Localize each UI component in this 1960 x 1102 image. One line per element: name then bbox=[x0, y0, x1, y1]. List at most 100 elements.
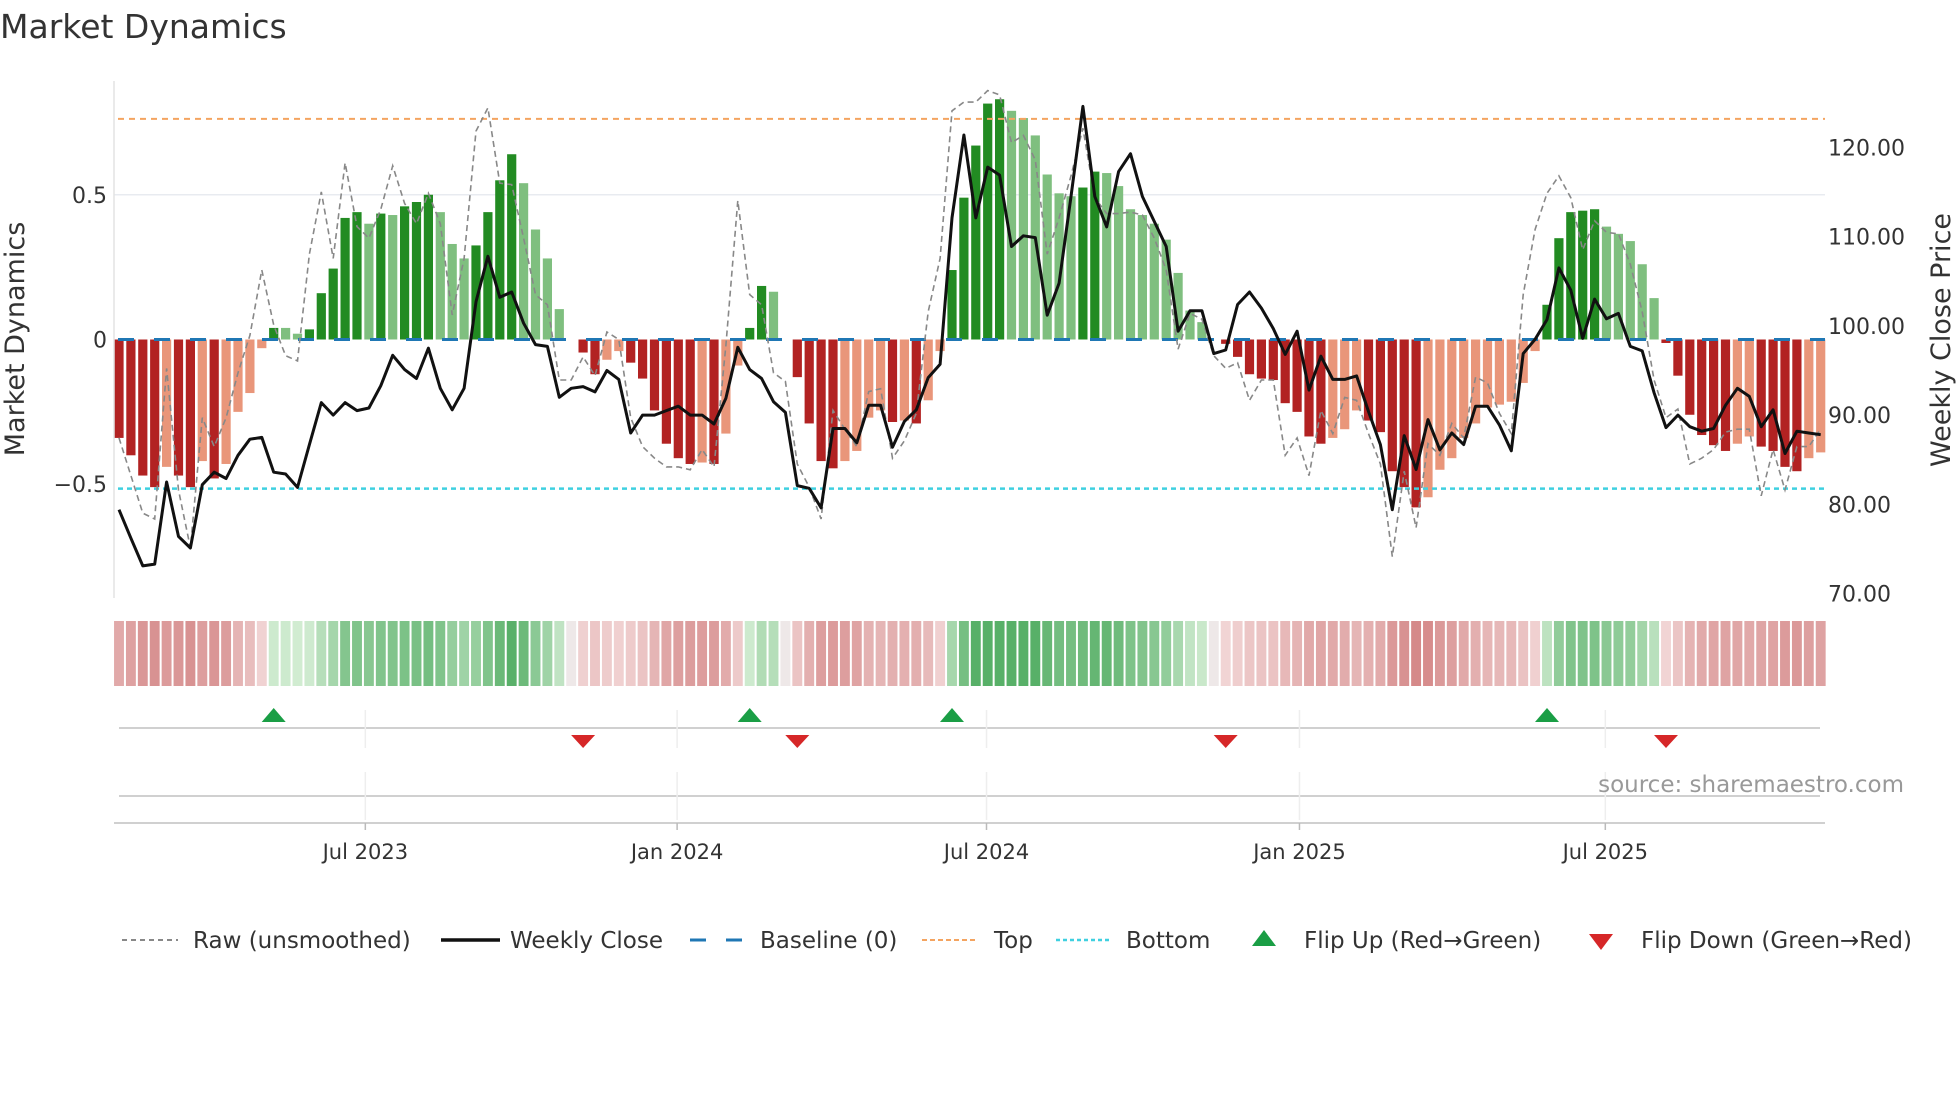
heat-cell bbox=[1589, 621, 1600, 686]
momentum-bar bbox=[1387, 339, 1397, 472]
momentum-bar bbox=[1078, 187, 1088, 340]
heat-cell bbox=[1185, 621, 1195, 686]
heat-cell bbox=[1208, 621, 1219, 686]
momentum-bar bbox=[459, 258, 469, 340]
heat-cell bbox=[1613, 621, 1624, 686]
heat-cell bbox=[1530, 621, 1541, 686]
weekly-close-line bbox=[117, 104, 1821, 568]
momentum-bar bbox=[1506, 339, 1516, 402]
heat-cell bbox=[1542, 621, 1552, 686]
heat-cell bbox=[1196, 621, 1207, 686]
momentum-bar bbox=[1649, 298, 1659, 340]
heat-cell bbox=[1006, 621, 1017, 686]
heat-cell bbox=[970, 621, 981, 686]
heat-cell bbox=[816, 621, 827, 686]
momentum-bar bbox=[1792, 339, 1802, 472]
heat-cell bbox=[1756, 621, 1767, 686]
heat-cell bbox=[554, 621, 565, 686]
momentum-bar bbox=[709, 339, 719, 464]
heat-cell bbox=[697, 621, 708, 686]
momentum-bar bbox=[1756, 339, 1766, 447]
momentum-bar bbox=[1554, 238, 1564, 340]
heat-cell bbox=[1399, 621, 1410, 686]
heat-cell bbox=[1363, 621, 1374, 686]
heat-cell bbox=[935, 621, 946, 686]
momentum-bar bbox=[971, 145, 981, 340]
heat-cell bbox=[1220, 621, 1231, 686]
flip-up-marker bbox=[1535, 708, 1559, 722]
heat-cell bbox=[1494, 621, 1505, 686]
heat-cell bbox=[637, 621, 648, 686]
momentum-bar bbox=[1114, 186, 1124, 340]
momentum-bar bbox=[685, 339, 695, 464]
heat-cell bbox=[256, 621, 267, 686]
heat-cell bbox=[1315, 621, 1326, 686]
heat-cell bbox=[947, 621, 957, 686]
heat-strip bbox=[114, 621, 1826, 686]
momentum-bar bbox=[792, 339, 802, 378]
heat-cell bbox=[542, 621, 553, 686]
heat-cell bbox=[1387, 621, 1398, 686]
momentum-bar bbox=[138, 339, 148, 476]
flip-up-marker bbox=[940, 708, 964, 722]
heat-cell bbox=[1113, 621, 1124, 686]
heat-cell bbox=[1732, 621, 1743, 686]
momentum-bar bbox=[281, 327, 291, 340]
heat-cell bbox=[1708, 621, 1719, 686]
momentum-bar bbox=[673, 339, 683, 459]
momentum-bar bbox=[1566, 212, 1576, 340]
momentum-bar bbox=[114, 339, 124, 438]
heat-cell bbox=[1744, 621, 1755, 686]
momentum-bar bbox=[1459, 339, 1469, 438]
right-axis-label: Weekly Close Price bbox=[1926, 213, 1957, 467]
heat-cell bbox=[1553, 621, 1564, 686]
raw-line bbox=[118, 89, 1822, 557]
x-tick-label: Jul 2025 bbox=[1561, 840, 1648, 864]
legend-flip-down-icon bbox=[1589, 934, 1613, 950]
momentum-bar bbox=[316, 293, 326, 340]
momentum-bar bbox=[1149, 223, 1159, 340]
heat-cell bbox=[1351, 621, 1362, 686]
momentum-bar bbox=[923, 339, 933, 401]
momentum-bar bbox=[1494, 339, 1504, 405]
heat-cell bbox=[780, 621, 791, 686]
heat-cell bbox=[1637, 621, 1648, 686]
heat-cell bbox=[328, 621, 339, 686]
momentum-bar bbox=[304, 329, 314, 340]
heat-cell bbox=[1054, 621, 1065, 686]
heat-cell bbox=[1434, 621, 1445, 686]
heat-cell bbox=[1803, 621, 1814, 686]
momentum-bar bbox=[887, 339, 898, 422]
left-axis-label: Market Dynamics bbox=[0, 222, 31, 457]
heat-cell bbox=[1649, 621, 1660, 686]
market-dynamics-chart: Market Dynamics 0.5 0 −0.5 120.00 110.00 100.… bbox=[0, 7, 1957, 954]
left-tick-label: 0 bbox=[93, 329, 107, 354]
momentum-bar bbox=[221, 339, 231, 464]
momentum-bar bbox=[816, 339, 826, 462]
heat-cell bbox=[137, 621, 148, 686]
heat-cell bbox=[828, 621, 838, 686]
momentum-bar bbox=[578, 339, 588, 353]
heat-cell bbox=[197, 621, 208, 686]
momentum-bar bbox=[1804, 339, 1814, 459]
momentum-bar bbox=[340, 217, 350, 340]
heat-cell bbox=[899, 621, 910, 686]
momentum-bar bbox=[649, 339, 660, 411]
heat-cell bbox=[506, 621, 517, 686]
heat-cell bbox=[1661, 621, 1671, 686]
momentum-bar bbox=[1244, 339, 1255, 375]
legend: Raw (unsmoothed) Weekly Close Baseline (… bbox=[122, 928, 1912, 954]
heat-cell bbox=[173, 621, 184, 686]
flip-down-marker bbox=[571, 735, 596, 748]
momentum-bar bbox=[1018, 118, 1028, 340]
heat-cell bbox=[1268, 621, 1279, 686]
momentum-bar bbox=[1637, 264, 1647, 340]
heat-cell bbox=[149, 621, 160, 686]
heat-cell bbox=[1280, 621, 1291, 686]
heat-cell bbox=[1173, 621, 1184, 686]
heat-cell bbox=[1470, 621, 1481, 686]
momentum-bar bbox=[388, 215, 398, 340]
heat-cell bbox=[1292, 621, 1303, 686]
flip-down-marker bbox=[1654, 735, 1678, 748]
momentum-bar bbox=[483, 212, 493, 340]
